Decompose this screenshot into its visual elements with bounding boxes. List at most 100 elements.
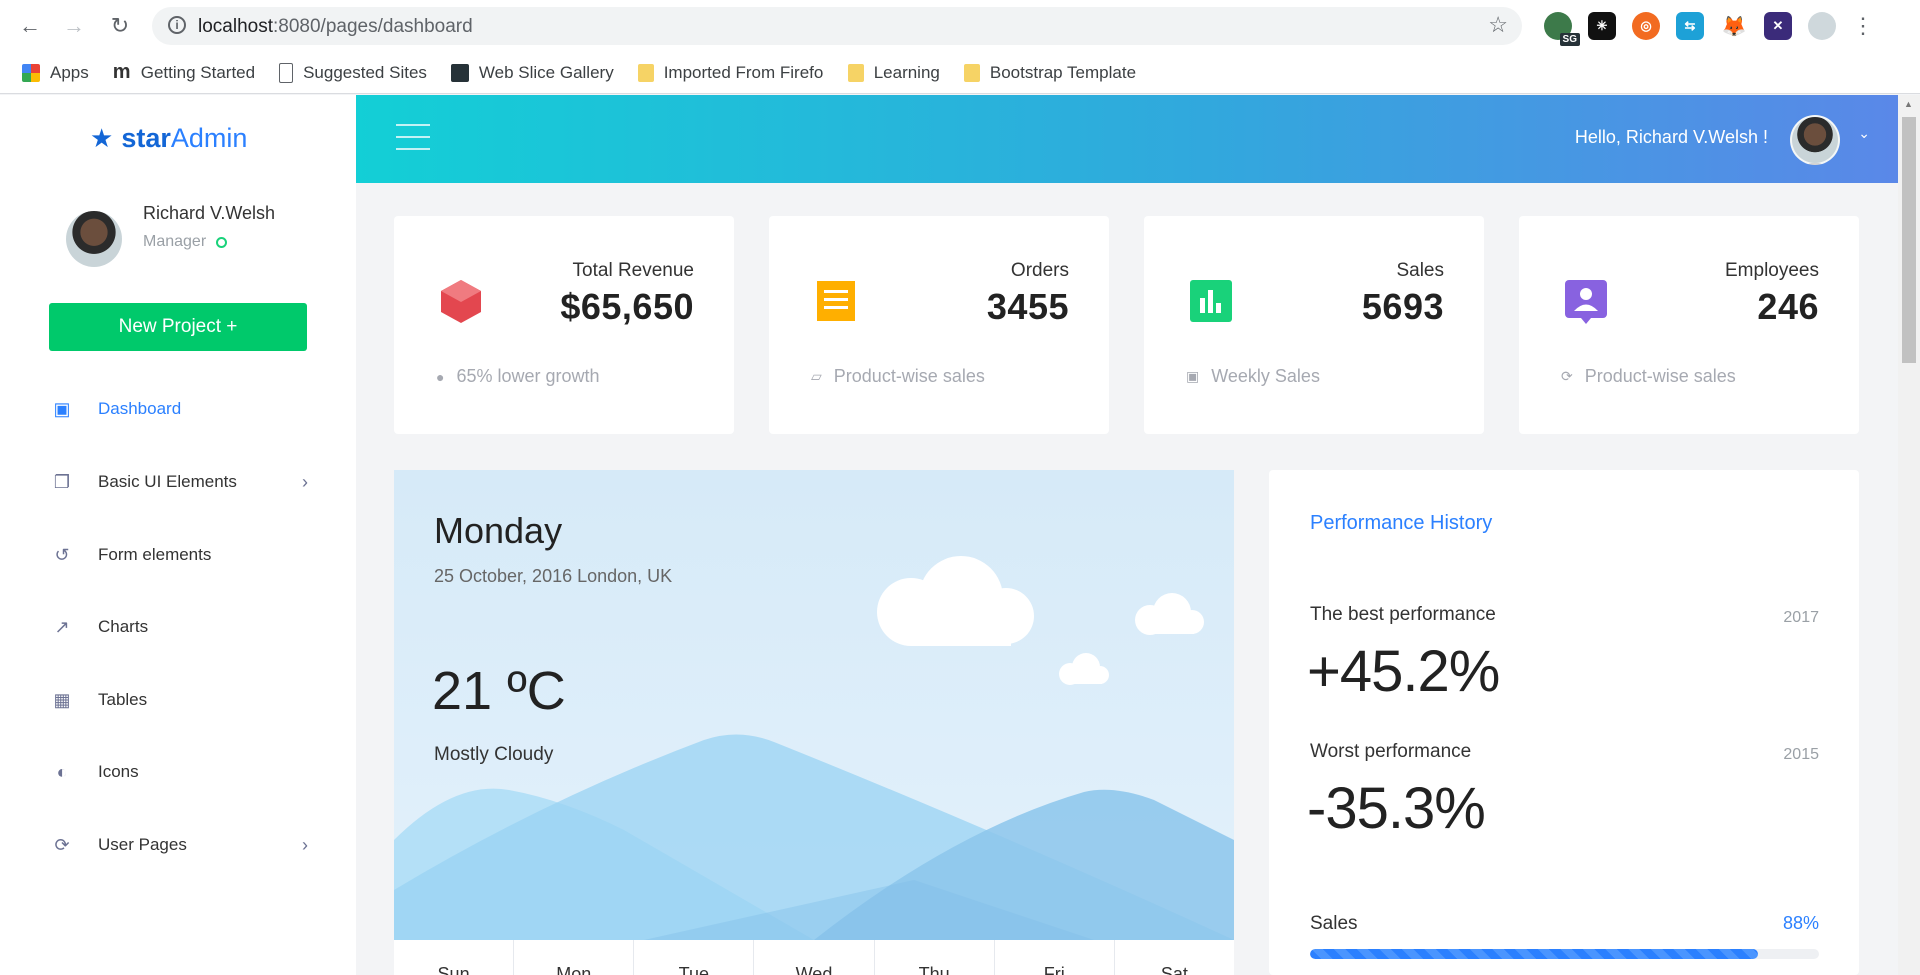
- chevron-right-icon: ›: [302, 471, 308, 492]
- account-box-icon: [1565, 280, 1607, 324]
- sales-progress-track: [1310, 949, 1819, 959]
- new-project-button[interactable]: New Project +: [49, 303, 307, 351]
- weather-day: Monday: [434, 510, 563, 551]
- bookmark-star-icon[interactable]: ☆: [1488, 12, 1508, 38]
- worst-performance-value: -35.3%: [1307, 776, 1486, 841]
- profile-avatar-icon[interactable]: [1808, 12, 1836, 40]
- weather-condition: Mostly Cloudy: [434, 744, 554, 765]
- sidebar-item-dashboard[interactable]: ▣ Dashboard: [48, 391, 308, 427]
- folder-icon: [963, 63, 980, 82]
- best-performance-value: +45.2%: [1307, 639, 1500, 704]
- globe-extension-icon[interactable]: SG: [1544, 12, 1580, 46]
- weekday-label[interactable]: Tue: [634, 940, 755, 975]
- weekday-label[interactable]: Thu: [875, 940, 995, 975]
- sidebar-item-user-pages[interactable]: ⟳ User Pages ›: [48, 827, 308, 863]
- stat-value: 3455: [986, 286, 1069, 327]
- m-logo-icon: m: [112, 60, 131, 83]
- browser-toolbar: ← → ↻ i localhost:8080/pages/dashboard ☆…: [0, 0, 1920, 52]
- profile-role-label: Manager: [143, 233, 207, 250]
- table-icon: ▦: [53, 689, 71, 710]
- reload-icon[interactable]: ↻: [104, 10, 136, 42]
- weekday-label[interactable]: Fri: [995, 940, 1115, 975]
- bookmark-apps[interactable]: Apps: [22, 63, 89, 83]
- sidebar-item-basic-ui-elements[interactable]: ❐ Basic UI Elements ›: [48, 464, 308, 500]
- stat-footer: ⟳ Product-wise sales: [1561, 366, 1736, 387]
- x-extension-icon[interactable]: ✕: [1764, 12, 1792, 40]
- best-performance-label: The best performance: [1310, 604, 1496, 625]
- sales-progress-label: Sales: [1310, 913, 1358, 934]
- reload-icon: ⟳: [1561, 368, 1573, 384]
- stat-footer: ● 65% lower growth: [436, 366, 600, 387]
- cube-icon: [441, 280, 481, 323]
- back-arrow-icon[interactable]: ←: [14, 10, 46, 42]
- folder-icon: [847, 63, 864, 82]
- hamburger-menu-icon[interactable]: [396, 122, 430, 152]
- stat-footer-text: Product-wise sales: [1584, 366, 1736, 386]
- new-project-label: New Project +: [118, 316, 238, 337]
- bookmark-imported-firefox[interactable]: Imported From Firefo: [637, 63, 824, 83]
- page-scrollbar[interactable]: ▲: [1898, 95, 1920, 975]
- bookmark-getting-started[interactable]: m Getting Started: [112, 60, 255, 83]
- bookmark-bootstrap-template[interactable]: Bootstrap Template: [963, 62, 1137, 83]
- performance-history-card: Performance History The best performance…: [1269, 470, 1859, 975]
- address-bar[interactable]: i localhost:8080/pages/dashboard ☆: [152, 7, 1522, 45]
- bookmarks-bar: Apps m Getting Started Suggested Sites W…: [0, 52, 1920, 94]
- profile-role: Manager: [143, 233, 228, 251]
- scroll-up-arrow-icon[interactable]: ▲: [1904, 99, 1913, 109]
- folder-icon: [637, 63, 654, 82]
- brand-logo[interactable]: ★ star Admin: [90, 123, 247, 154]
- chevron-down-icon[interactable]: ⌄: [1858, 125, 1870, 142]
- top-navbar: Hello, Richard V.Welsh ! ⌄: [356, 95, 1898, 183]
- weather-card: Monday 25 October, 2016 London, UK 21 ºC…: [394, 470, 1234, 975]
- restore-icon: ⟳: [54, 834, 70, 855]
- forward-arrow-icon[interactable]: →: [58, 10, 90, 42]
- sidebar-item-label: Form elements: [98, 545, 212, 564]
- sidebar-item-tables[interactable]: ▦ Tables: [48, 682, 308, 718]
- weekday-label[interactable]: Sun: [394, 940, 515, 975]
- more-menu-icon[interactable]: ⋮: [1852, 13, 1874, 39]
- stat-title: Employees: [1725, 260, 1819, 281]
- bookmark-web-slice-gallery[interactable]: Web Slice Gallery: [450, 63, 614, 83]
- stat-footer: ▱ Product-wise sales: [811, 366, 985, 387]
- cloud-small-icon: [1135, 593, 1204, 635]
- greeting-text: Hello, Richard V.Welsh !: [1574, 127, 1768, 147]
- scrollbar-thumb[interactable]: [1902, 117, 1916, 363]
- star-icon: ★: [90, 123, 114, 153]
- history-icon: ↺: [54, 544, 70, 565]
- bookmark-label: Bootstrap Template: [989, 62, 1137, 82]
- stat-title: Total Revenue: [572, 260, 694, 281]
- metamask-extension-icon[interactable]: 🦊: [1720, 12, 1748, 40]
- weekday-label[interactable]: Mon: [514, 940, 635, 975]
- sales-progress-fill: [1310, 949, 1758, 959]
- stat-card-employees: Employees 246 ⟳ Product-wise sales: [1519, 216, 1859, 434]
- lifebuoy-extension-icon[interactable]: ◎: [1632, 12, 1660, 40]
- header-avatar[interactable]: [1790, 115, 1840, 165]
- weather-illustration: Monday 25 October, 2016 London, UK 21 ºC…: [394, 470, 1234, 940]
- page-icon: [279, 62, 294, 83]
- worst-performance-year: 2015: [1783, 746, 1819, 763]
- weather-date-location: 25 October, 2016 London, UK: [434, 566, 673, 586]
- info-icon[interactable]: i: [168, 16, 186, 34]
- weekday-label[interactable]: Wed: [754, 940, 875, 975]
- sticker-icon: ◐: [56, 761, 68, 782]
- sidebar-item-icons[interactable]: ◐ Icons: [48, 754, 308, 790]
- translate-extension-icon[interactable]: ⇆: [1676, 12, 1704, 40]
- sidebar-item-label: Dashboard: [98, 399, 182, 418]
- sidebar-item-form-elements[interactable]: ↺ Form elements: [48, 537, 308, 573]
- url-text[interactable]: localhost:8080/pages/dashboard: [198, 16, 473, 38]
- weekday-label[interactable]: Sat: [1115, 940, 1234, 975]
- sidebar-item-label: Tables: [98, 690, 148, 709]
- stat-footer-text: 65% lower growth: [456, 366, 600, 386]
- stat-title: Sales: [1396, 260, 1444, 281]
- stat-value: 5693: [1361, 286, 1444, 327]
- chevron-right-icon: ›: [302, 834, 308, 855]
- bookmark-learning[interactable]: Learning: [847, 63, 940, 83]
- profile-name: Richard V.Welsh: [143, 203, 276, 223]
- stat-value: 246: [1757, 286, 1819, 327]
- bookmark-suggested-sites[interactable]: Suggested Sites: [279, 62, 427, 83]
- asterisk-extension-icon[interactable]: ✳: [1588, 12, 1616, 40]
- sidebar-item-label: Charts: [98, 617, 149, 636]
- apps-grid-icon: [22, 63, 40, 82]
- sidebar-item-charts[interactable]: ↗ Charts: [48, 609, 308, 645]
- avatar[interactable]: [66, 211, 122, 267]
